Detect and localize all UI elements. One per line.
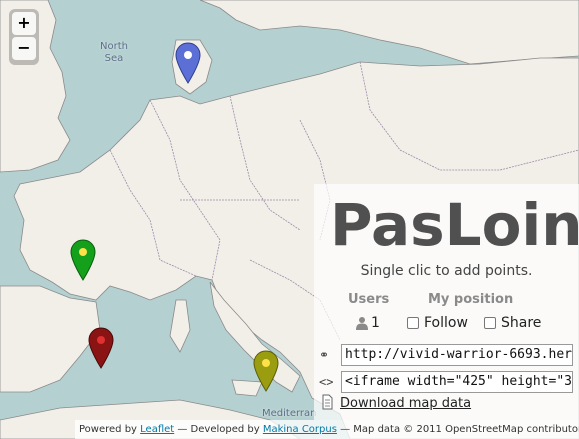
zoom-control: + − xyxy=(9,9,39,65)
makina-corpus-link[interactable]: Makina Corpus xyxy=(263,424,337,435)
my-position-header: My position xyxy=(428,292,514,307)
users-header: Users xyxy=(348,292,390,307)
zoom-out-button[interactable]: − xyxy=(12,37,36,60)
map-marker-olive[interactable] xyxy=(253,350,279,392)
users-count-value: 1 xyxy=(371,315,380,331)
permalink-field[interactable]: http://vivid-warrior-6693.herokuapp xyxy=(341,344,573,366)
users-count: 1 xyxy=(356,314,380,332)
app-subtitle: Single clic to add points. xyxy=(360,263,533,279)
embed-code-field[interactable]: <iframe width="425" height="350" xyxy=(341,371,573,393)
map-marker-green[interactable] xyxy=(70,239,96,281)
map-label-north: North xyxy=(100,41,128,52)
user-icon xyxy=(356,317,368,330)
attribution-dev: — Developed by xyxy=(174,424,263,435)
zoom-in-button[interactable]: + xyxy=(12,12,36,35)
pasloin-panel: PasLoin Single clic to add points. Users… xyxy=(314,184,579,420)
map-label-sea: Sea xyxy=(104,53,124,64)
share-option[interactable]: Share xyxy=(484,314,541,332)
embed-icon: <> xyxy=(319,375,334,389)
app-title: PasLoin xyxy=(330,191,579,259)
follow-label: Follow xyxy=(424,315,468,331)
follow-option[interactable]: Follow xyxy=(407,314,468,332)
map-label-mediterranean: Mediterran xyxy=(262,408,317,419)
follow-checkbox[interactable] xyxy=(407,317,419,329)
attribution-powered: Powered by xyxy=(79,424,141,435)
leaflet-link[interactable]: Leaflet xyxy=(140,424,174,435)
link-icon: ⚭ xyxy=(319,348,330,362)
map-attribution: Powered by Leaflet — Developed by Makina… xyxy=(75,420,579,439)
map-marker-darkred[interactable] xyxy=(88,327,114,369)
download-map-data-link[interactable]: Download map data xyxy=(340,396,471,412)
share-checkbox[interactable] xyxy=(484,317,496,329)
document-icon xyxy=(322,394,333,410)
link-row: ⚭ http://vivid-warrior-6693.herokuapp xyxy=(319,344,573,366)
embed-row: <> <iframe width="425" height="350" xyxy=(319,371,573,393)
attribution-osm: — Map data © 2011 OpenStreetMap contribu… xyxy=(336,424,579,435)
map-marker-blue[interactable] xyxy=(175,42,201,84)
map-label-north-sea: North Sea xyxy=(100,41,128,65)
share-label: Share xyxy=(501,315,542,331)
